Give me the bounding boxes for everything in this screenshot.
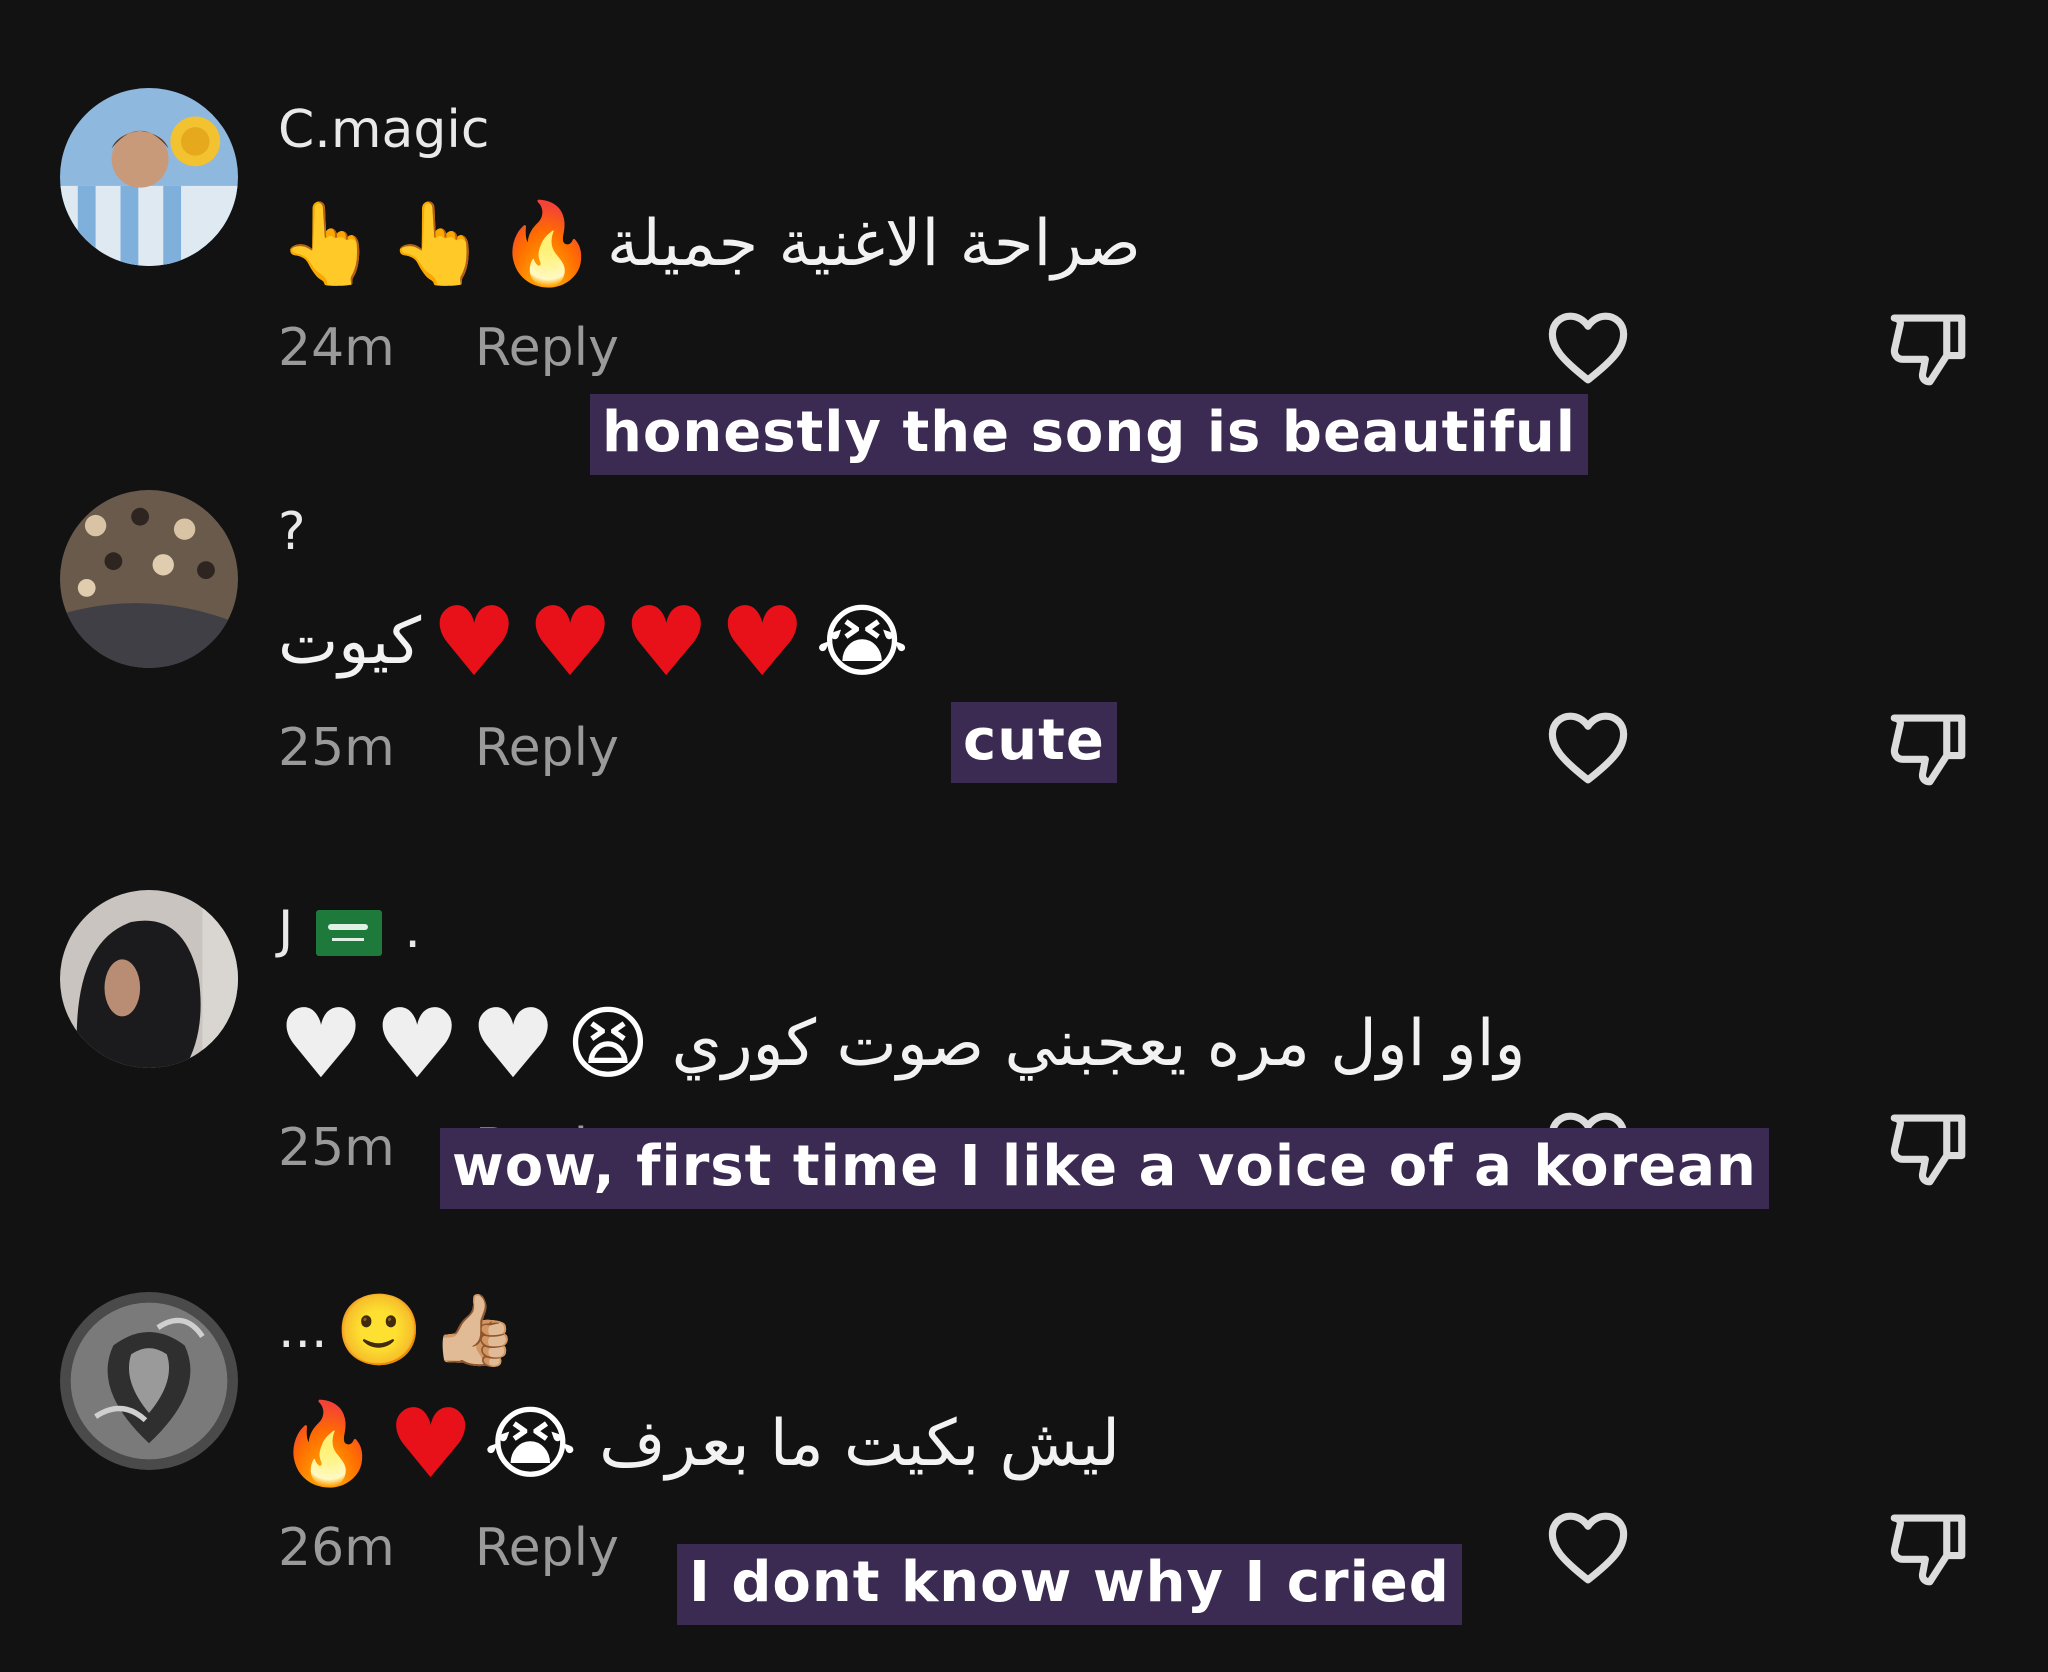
avatar[interactable] (60, 890, 238, 1068)
comment-username[interactable]: C.magic (278, 100, 489, 160)
comment-username[interactable]: J . (278, 900, 421, 960)
comment-username[interactable]: ... 🙂 👍🏼 (278, 1290, 518, 1370)
fire-emoji: 🔥 (278, 1397, 378, 1490)
translation-caption: I dont know why I cried (677, 1544, 1462, 1625)
saudi-flag-icon (315, 910, 382, 956)
white-heart-emoji: ♥ (278, 988, 365, 1100)
like-button[interactable] (1543, 303, 1633, 393)
red-heart-emoji: ♥ (623, 586, 710, 698)
comment-username[interactable]: ? (278, 502, 306, 562)
translation-caption: honestly the song is beautiful (590, 394, 1588, 475)
thumbs-down-outline-icon (1890, 1114, 1966, 1186)
reply-button[interactable]: Reply (475, 318, 619, 378)
fire-emoji: 🔥 (497, 197, 597, 290)
dislike-button[interactable] (1883, 1103, 1973, 1193)
heart-outline-icon (1548, 312, 1628, 384)
thumbs-up-emoji: 👍🏼 (430, 1289, 518, 1371)
avatar[interactable] (60, 490, 238, 668)
comment-username-suffix: . (404, 900, 421, 960)
thumbs-down-outline-icon (1890, 314, 1966, 386)
red-heart-emoji: ♥ (719, 586, 806, 698)
comment-meta: 25m Reply (278, 718, 619, 778)
comment-time: 26m (278, 1518, 395, 1578)
comment-text: ♥ ♥ ♥ 😫 واو اول مره يعجبني صوت كوري (278, 996, 1525, 1092)
dislike-button[interactable] (1883, 1503, 1973, 1593)
comment-meta: 24m Reply (278, 318, 619, 378)
dislike-button[interactable] (1883, 303, 1973, 393)
white-heart-emoji: ♥ (470, 988, 557, 1100)
avatar-image (60, 1292, 238, 1470)
comment-text: كيوت ♥ ♥ ♥ ♥ 😭 (278, 594, 909, 690)
comment-text-arabic: صراحة الاغنية جميلة (606, 207, 1141, 281)
crying-face-emoji: 😭 (483, 1397, 578, 1490)
comment-time: 25m (278, 718, 395, 778)
avatar[interactable] (60, 88, 238, 266)
comment-meta: 26m Reply (278, 1518, 619, 1578)
avatar-image (60, 890, 238, 1068)
crying-face-emoji: 😭 (815, 595, 909, 688)
comment-text-arabic: كيوت (278, 605, 422, 679)
thumbs-down-outline-icon (1890, 1514, 1966, 1586)
slightly-smiling-face-emoji: 🙂 (335, 1289, 423, 1371)
translation-caption: wow, first time I like a voice of a kore… (440, 1128, 1769, 1209)
comment-time: 24m (278, 318, 395, 378)
comment-text-arabic: ليش بكيت ما بعرف (599, 1407, 1121, 1481)
comment-text: 🔥 ♥ 😭 ليش بكيت ما بعرف (278, 1396, 1120, 1492)
white-heart-emoji: ♥ (374, 988, 461, 1100)
thumbs-down-outline-icon (1890, 714, 1966, 786)
reply-button[interactable]: Reply (475, 1518, 619, 1578)
red-heart-emoji: ♥ (431, 586, 518, 698)
comment-username-text: J (278, 900, 294, 960)
heart-outline-icon (1548, 1512, 1628, 1584)
like-button[interactable] (1543, 703, 1633, 793)
reply-button[interactable]: Reply (475, 718, 619, 778)
avatar[interactable] (60, 1292, 238, 1470)
translation-caption: cute (951, 702, 1117, 783)
comment-text: 👆 👆 🔥 صراحة الاغنية جميلة (278, 196, 1141, 292)
tired-face-emoji: 😫 (566, 997, 650, 1090)
red-heart-emoji: ♥ (527, 586, 614, 698)
heart-outline-icon (1548, 712, 1628, 784)
red-heart-emoji: ♥ (387, 1388, 474, 1500)
comment-time: 25m (278, 1118, 395, 1178)
comment-text-arabic: واو اول مره يعجبني صوت كوري (671, 1007, 1526, 1081)
pointing-up-emoji: 👆 (278, 197, 378, 290)
pointing-up-emoji: 👆 (387, 197, 488, 290)
avatar-image (60, 490, 238, 668)
dislike-button[interactable] (1883, 703, 1973, 793)
like-button[interactable] (1543, 1503, 1633, 1593)
comment-username-text: ... (278, 1300, 328, 1360)
avatar-image (60, 88, 238, 266)
